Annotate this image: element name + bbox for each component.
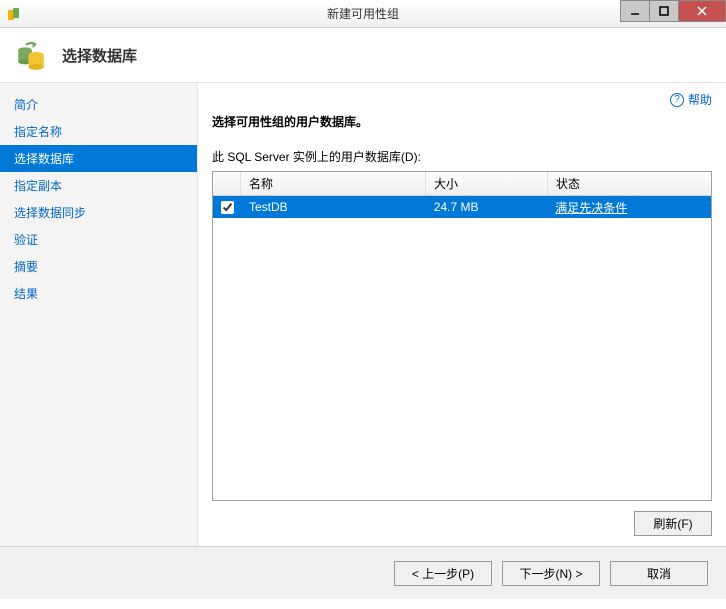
page-title: 选择数据库 [62,45,137,66]
sidebar-step-replica[interactable]: 指定副本 [0,172,197,199]
sidebar-step-sync[interactable]: 选择数据同步 [0,199,197,226]
table-header: 名称 大小 状态 [213,172,711,196]
column-status[interactable]: 状态 [548,172,711,195]
sidebar-step-intro[interactable]: 简介 [0,91,197,118]
column-checkbox[interactable] [213,172,241,195]
help-link[interactable]: ? 帮助 [670,91,712,108]
sidebar-step-select-db[interactable]: 选择数据库 [0,145,197,172]
row-checkbox[interactable] [221,201,234,214]
cancel-button[interactable]: 取消 [610,561,708,586]
sidebar-step-summary[interactable]: 摘要 [0,253,197,280]
subinstruction-text: 此 SQL Server 实例上的用户数据库(D): [212,148,712,165]
database-table: 名称 大小 状态 TestDB 24.7 MB 满足先决条件 [212,171,712,501]
wizard-header: 选择数据库 [0,28,726,83]
next-button[interactable]: 下一步(N) > [502,561,600,586]
help-icon: ? [670,93,684,107]
sidebar-step-result[interactable]: 结果 [0,280,197,307]
row-size: 24.7 MB [426,196,548,218]
sidebar-step-validate[interactable]: 验证 [0,226,197,253]
row-status-cell: 满足先决条件 [547,196,711,218]
minimize-button[interactable] [620,0,650,22]
app-icon [6,6,22,22]
row-checkbox-cell [213,196,241,218]
row-name: TestDB [241,196,426,218]
table-row[interactable]: TestDB 24.7 MB 满足先决条件 [213,196,711,218]
title-bar: 新建可用性组 [0,0,726,28]
window-controls [621,0,726,22]
help-label: 帮助 [688,91,712,108]
maximize-button[interactable] [649,0,679,22]
row-status-link[interactable]: 满足先决条件 [555,199,627,216]
instruction-text: 选择可用性组的用户数据库。 [212,113,712,130]
window-title: 新建可用性组 [0,5,726,22]
table-body: TestDB 24.7 MB 满足先决条件 [213,196,711,500]
close-button[interactable] [678,0,726,22]
wizard-footer: < 上一步(P) 下一步(N) > 取消 [0,546,726,599]
prev-button[interactable]: < 上一步(P) [394,561,492,586]
refresh-button[interactable]: 刷新(F) [634,511,712,536]
column-name[interactable]: 名称 [241,172,426,195]
wizard-sidebar: 简介 指定名称 选择数据库 指定副本 选择数据同步 验证 摘要 结果 [0,83,198,546]
wizard-main: ? 帮助 选择可用性组的用户数据库。 此 SQL Server 实例上的用户数据… [198,83,726,546]
sidebar-step-name[interactable]: 指定名称 [0,118,197,145]
column-size[interactable]: 大小 [426,172,548,195]
database-icon [14,38,48,72]
